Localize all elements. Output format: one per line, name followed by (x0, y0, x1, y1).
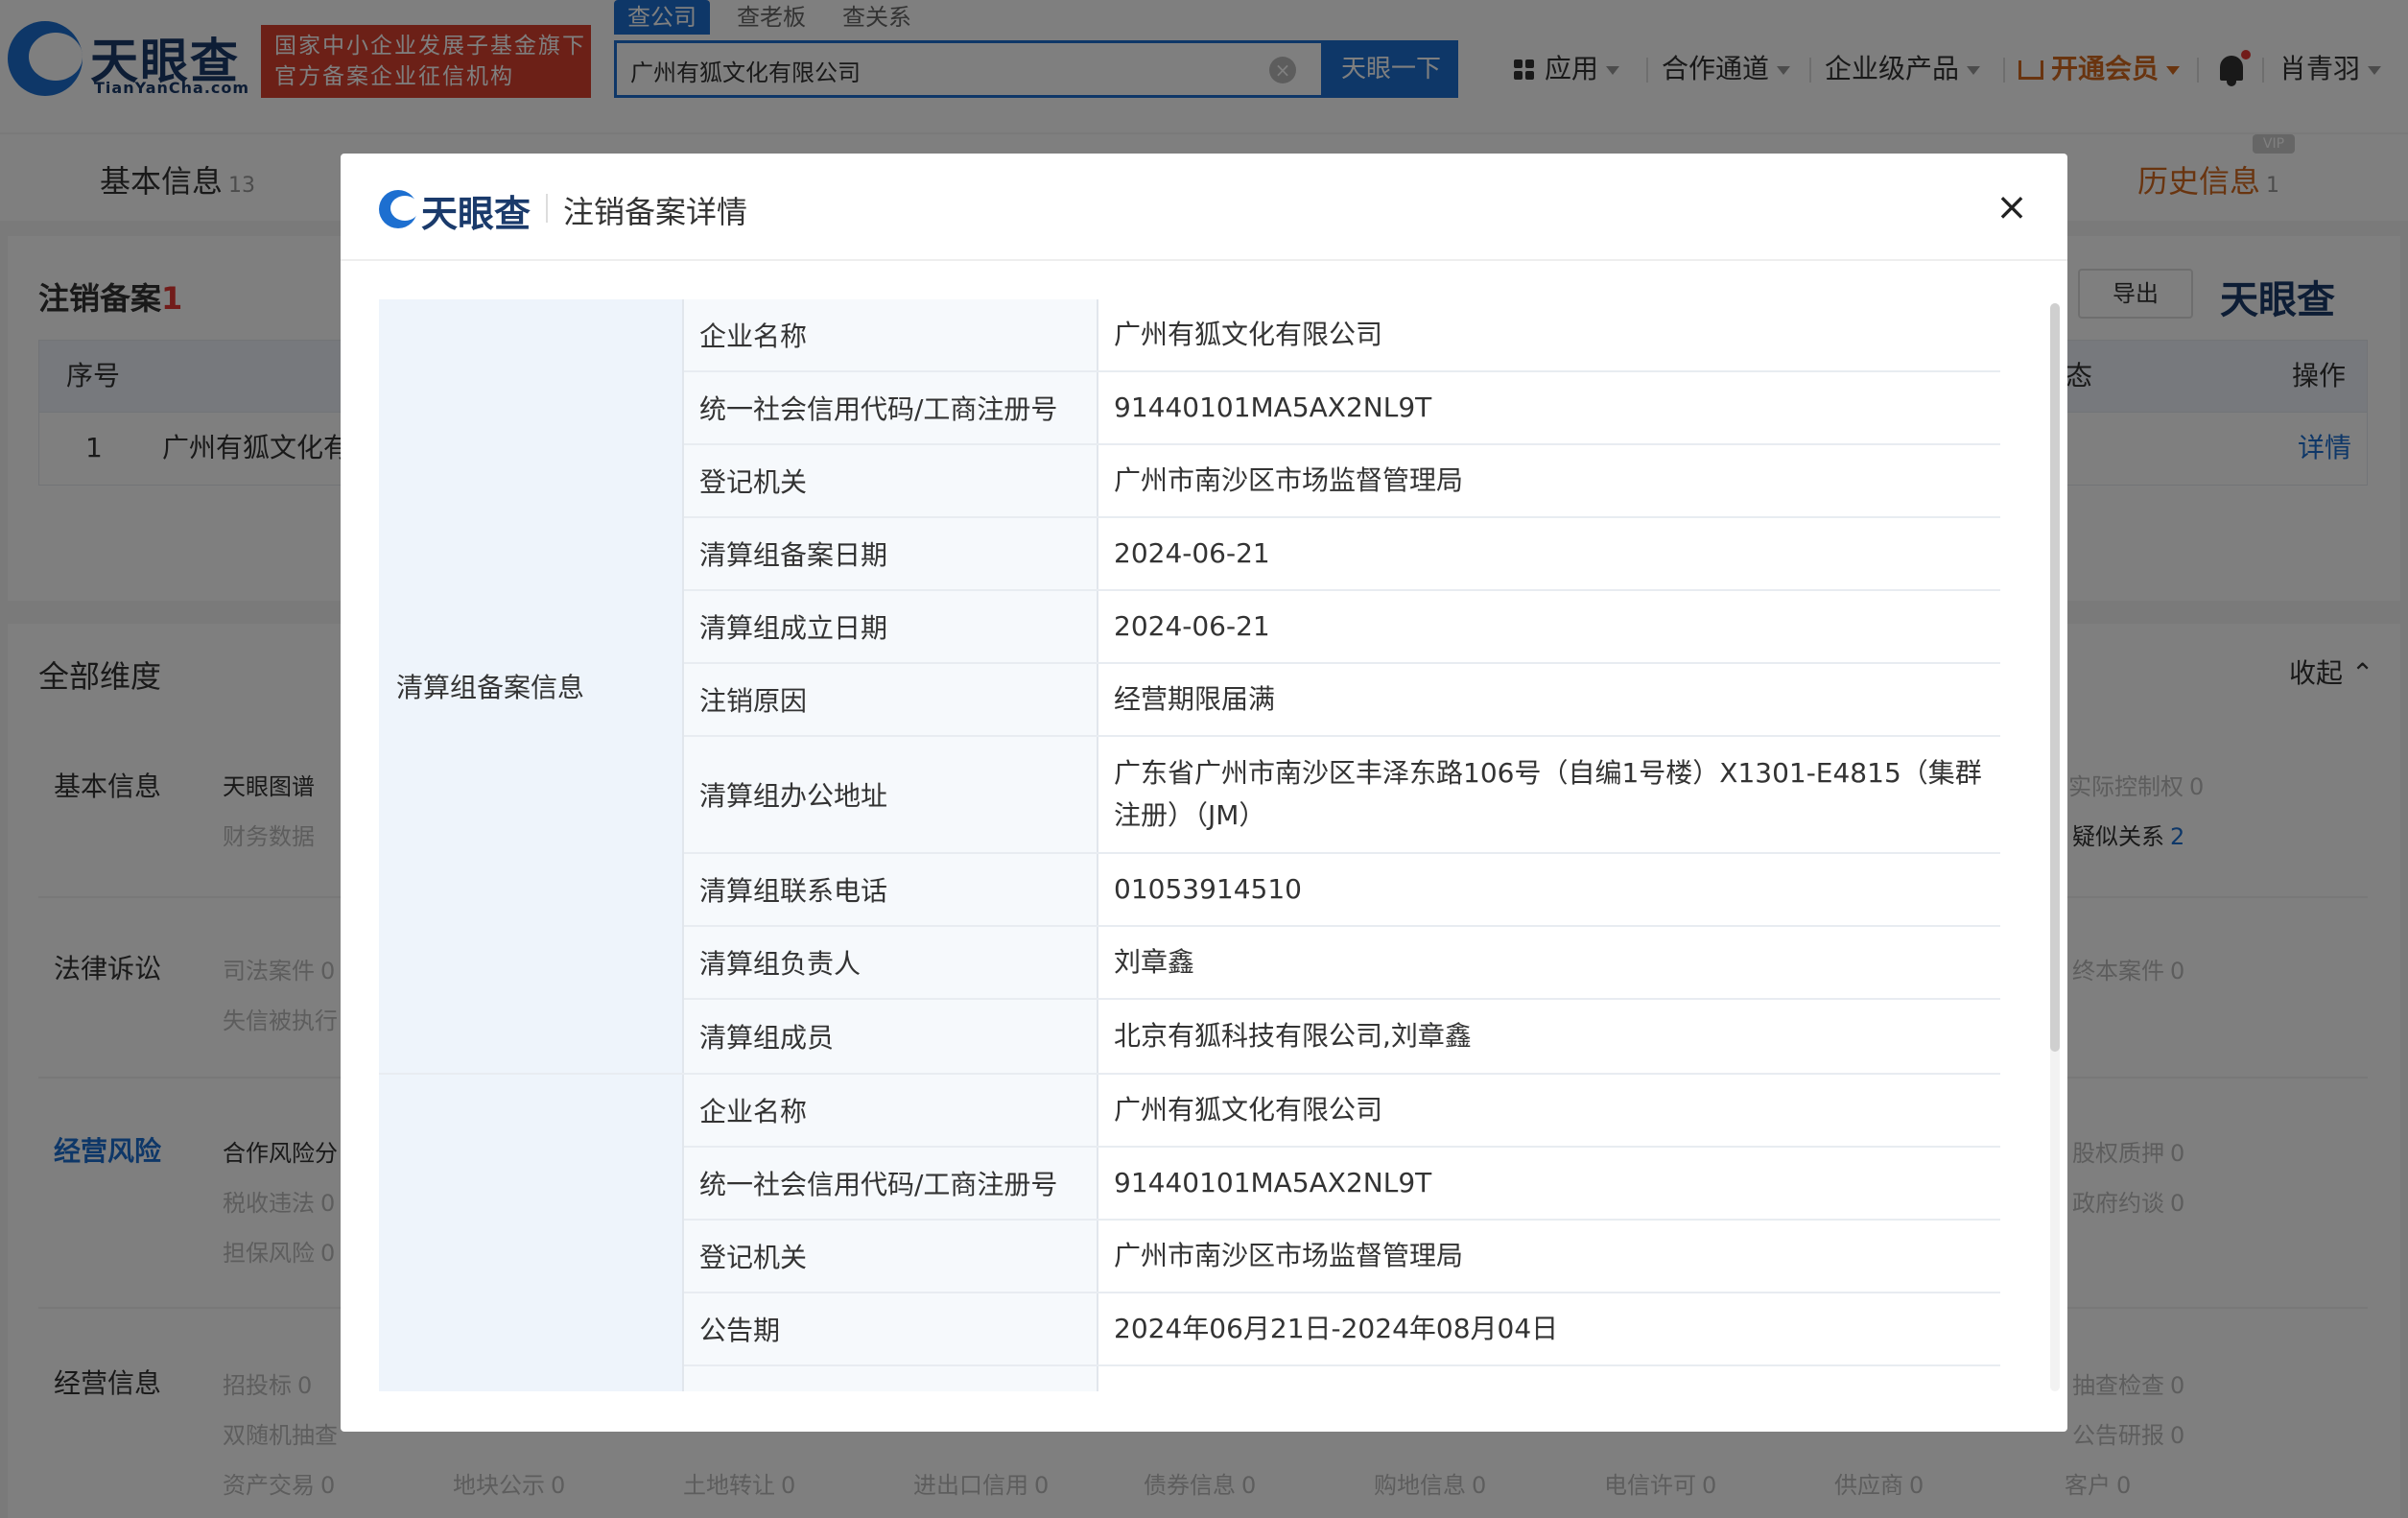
row-value: 2024-06-21 (1114, 610, 1270, 642)
row-key: 公告期 (684, 1293, 1098, 1364)
scrollbar-thumb[interactable] (2050, 303, 2060, 1052)
row-key: 清算组负责人 (684, 927, 1098, 998)
modal-body[interactable]: 清算组备案信息 企业名称 广州有狐文化有限公司 统一社会信用代码/工商注册号 914… (379, 299, 2000, 1391)
row-value: 经营期限届满 (1114, 683, 1276, 715)
row-value: 广州市南沙区市场监督管理局 (1114, 464, 1464, 496)
row-key: 清算组备案日期 (684, 518, 1098, 589)
row-key: 登记机关 (684, 445, 1098, 516)
row-key: 清算组办公地址 (684, 737, 1098, 852)
detail-row: 清算组联系电话 01053914510 (684, 854, 2000, 927)
logo-mark-icon (379, 190, 419, 228)
detail-row: 统一社会信用代码/工商注册号 91440101MA5AX2NL9T (684, 1148, 2000, 1221)
group-label: 清算组备案信息 (379, 299, 684, 1073)
detail-row: 统一社会信用代码/工商注册号 91440101MA5AX2NL9T (684, 372, 2000, 445)
row-value: 2024-06-21 (1114, 537, 1270, 569)
detail-row: 登记机关 广州市南沙区市场监督管理局 (684, 445, 2000, 518)
row-key: 企业名称 (684, 1075, 1098, 1146)
row-value: 2024年06月21日-2024年08月04日 (1114, 1313, 1559, 1344)
row-value: 91440101MA5AX2NL9T (1114, 1167, 1432, 1198)
row-value: 广州有狐文化有限公司 (1114, 1094, 1383, 1126)
row-key: 清算组成员 (684, 1000, 1098, 1073)
cancellation-detail-modal: 天眼查 注销备案详情 × 清算组备案信息 企业名称 广州有狐文化有限公司 统一社会… (341, 154, 2067, 1432)
row-value: 广州有狐文化有限公司 (1114, 319, 1383, 350)
modal-header: 天眼查 注销备案详情 × (341, 154, 2067, 261)
header-divider (546, 194, 548, 223)
row-key: 统一社会信用代码/工商注册号 (684, 1148, 1098, 1219)
liquidation-group: 清算组备案信息 企业名称 广州有狐文化有限公司 统一社会信用代码/工商注册号 914… (379, 299, 2000, 1075)
row-key: 注销原因 (684, 664, 1098, 735)
modal-title: 注销备案详情 (563, 194, 748, 230)
modal-logo-text: 天眼查 (421, 193, 531, 235)
detail-row: 清算组备案日期 2024-06-21 (684, 518, 2000, 591)
detail-row (684, 1366, 2000, 1391)
detail-row: 注销原因 经营期限届满 (684, 664, 2000, 737)
row-key: 统一社会信用代码/工商注册号 (684, 372, 1098, 443)
close-icon[interactable]: × (1993, 188, 2031, 226)
row-key (684, 1366, 1098, 1391)
row-value: 广州市南沙区市场监督管理局 (1114, 1240, 1464, 1271)
detail-row: 清算组成立日期 2024-06-21 (684, 591, 2000, 664)
detail-row: 清算组办公地址 广东省广州市南沙区丰泽东路106号（自编1号楼）X1301-E48… (684, 737, 2000, 854)
detail-row: 清算组成员 北京有狐科技有限公司,刘章鑫 (684, 1000, 2000, 1073)
row-key: 登记机关 (684, 1221, 1098, 1292)
row-key: 企业名称 (684, 299, 1098, 370)
row-value: 刘章鑫 (1114, 946, 1195, 978)
group-label (379, 1075, 684, 1391)
detail-row: 登记机关 广州市南沙区市场监督管理局 (684, 1221, 2000, 1293)
group-rows: 企业名称 广州有狐文化有限公司 统一社会信用代码/工商注册号 91440101MA5… (684, 299, 2000, 1073)
detail-row: 清算组负责人 刘章鑫 (684, 927, 2000, 1000)
detail-row: 企业名称 广州有狐文化有限公司 (684, 299, 2000, 372)
group-rows: 企业名称 广州有狐文化有限公司 统一社会信用代码/工商注册号 91440101MA5… (684, 1075, 2000, 1391)
detail-row: 公告期 2024年06月21日-2024年08月04日 (684, 1293, 2000, 1366)
row-value (1098, 1366, 2000, 1391)
detail-row: 企业名称 广州有狐文化有限公司 (684, 1075, 2000, 1148)
row-value: 91440101MA5AX2NL9T (1114, 391, 1432, 423)
row-key: 清算组成立日期 (684, 591, 1098, 662)
row-key: 清算组联系电话 (684, 854, 1098, 925)
announcement-group: 企业名称 广州有狐文化有限公司 统一社会信用代码/工商注册号 91440101MA5… (379, 1075, 2000, 1391)
modal-scrollbar[interactable] (2050, 303, 2060, 1391)
row-value: 01053914510 (1114, 873, 1302, 905)
row-value: 北京有狐科技有限公司,刘章鑫 (1114, 1020, 1472, 1052)
row-value: 广东省广州市南沙区丰泽东路106号（自编1号楼）X1301-E4815（集群注册… (1114, 757, 1982, 831)
